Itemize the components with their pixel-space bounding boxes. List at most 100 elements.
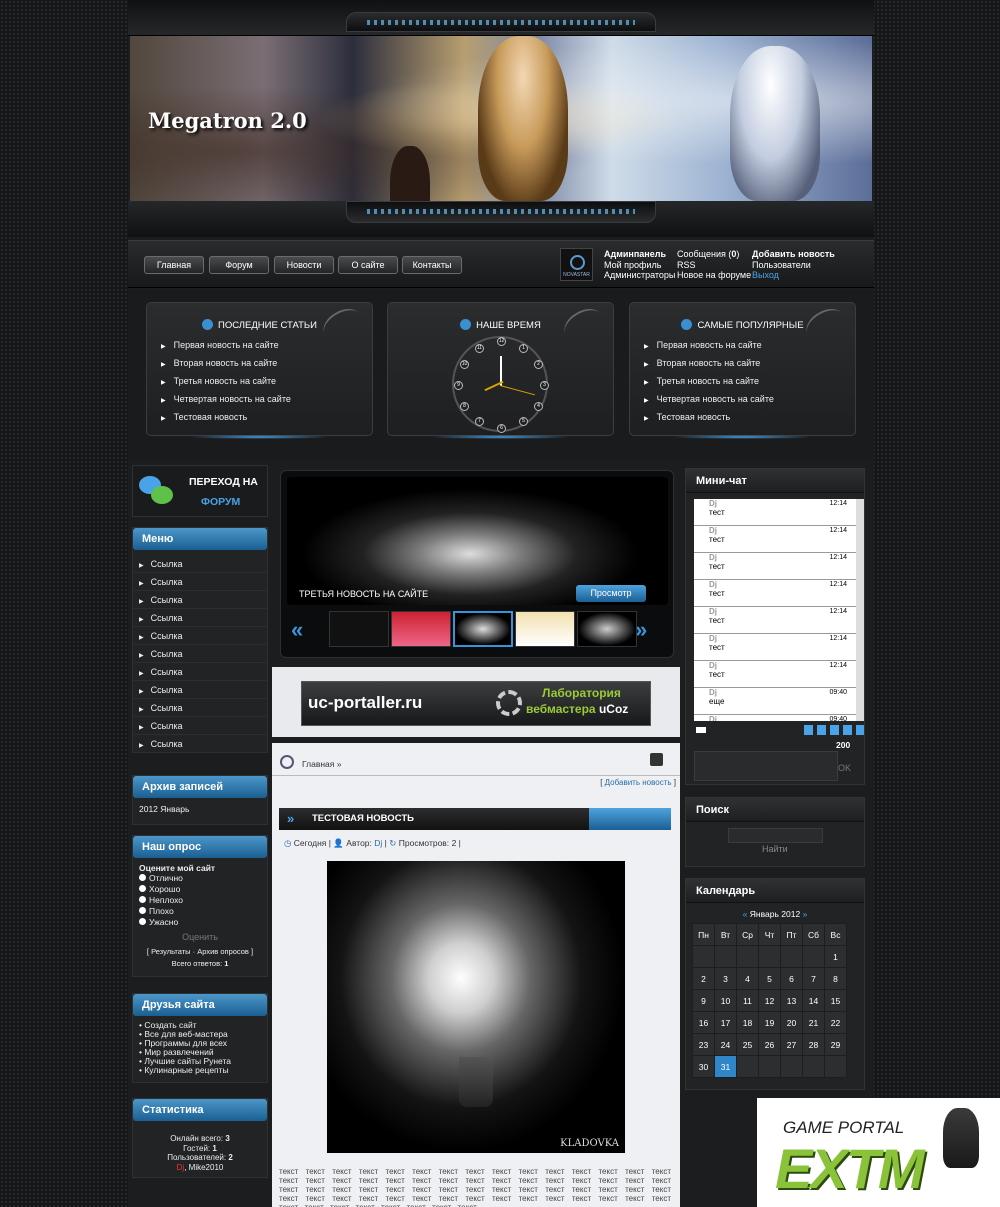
calendar-day[interactable]: 3 [714,967,737,990]
calendar-day[interactable]: 11 [736,989,759,1012]
menu-item[interactable]: Ссылка [133,663,267,681]
popular-item[interactable]: Третья новость на сайте [644,376,774,394]
calendar-next[interactable]: » [803,909,808,919]
archive-item[interactable]: 2012 Январь [133,798,267,820]
slide-thumb[interactable] [453,611,513,647]
calendar-day[interactable]: 17 [714,1011,737,1034]
calendar-day[interactable]: 24 [714,1033,737,1056]
calendar-day[interactable]: 30 [692,1055,715,1078]
rating-stars[interactable] [589,808,671,830]
news-title[interactable]: ТЕСТОВАЯ НОВОСТЬ [312,813,414,824]
rss-icon[interactable] [650,753,663,766]
admin-panel-link[interactable]: Админпанель [604,249,675,260]
view-button[interactable]: Просмотр [576,585,646,602]
poll-archive-link[interactable]: Архив опросов [197,947,249,956]
calendar-day[interactable]: 8 [824,967,847,990]
rss-link[interactable]: RSS [677,260,751,271]
calendar-day[interactable]: 13 [780,989,803,1012]
add-news-link[interactable]: Добавить новость [752,249,835,260]
menu-item[interactable]: Ссылка [133,573,267,591]
calendar-day[interactable]: 23 [692,1033,715,1056]
calendar-day[interactable]: 27 [780,1033,803,1056]
popular-item[interactable]: Тестовая новость [644,412,774,430]
calendar-day[interactable]: 12 [758,989,781,1012]
calendar-day[interactable]: 22 [824,1011,847,1034]
calendar-day[interactable]: 5 [758,967,781,990]
calendar-day[interactable]: 2 [692,967,715,990]
menu-item[interactable]: Ссылка [133,681,267,699]
chat-scrollbar[interactable] [856,499,864,721]
search-input[interactable] [728,828,823,843]
breadcrumb[interactable]: Главная » [302,759,341,769]
menu-item[interactable]: Ссылка [133,645,267,663]
messages-link[interactable]: Сообщения (0) [677,249,751,260]
calendar-day[interactable]: 9 [692,989,715,1012]
vote-button[interactable]: Оценить [133,932,267,942]
poll-option[interactable]: Отлично [139,873,267,884]
chat-user[interactable]: Dj [709,580,717,589]
menu-item[interactable]: Ссылка [133,627,267,645]
friend-link[interactable]: • Кулинарные рецепты [139,1066,267,1075]
chat-send-button[interactable]: OK [838,763,851,773]
chat-tools-icon[interactable] [804,725,864,735]
calendar-day[interactable]: 25 [736,1033,759,1056]
slide-thumb[interactable] [329,611,389,647]
calendar-day[interactable]: 19 [758,1011,781,1034]
calendar-day[interactable]: 26 [758,1033,781,1056]
chat-user[interactable]: Dj [709,661,717,670]
poll-option[interactable]: Неплохо [139,895,267,906]
menu-item[interactable]: Ссылка [133,555,267,573]
calendar-day[interactable]: 29 [824,1033,847,1056]
latest-item[interactable]: Четвертая новость на сайте [161,394,291,412]
chat-user[interactable]: Dj [709,526,717,535]
calendar-day[interactable]: 10 [714,989,737,1012]
poll-results-link[interactable]: Результаты [151,947,191,956]
chat-user[interactable]: Dj [709,499,717,508]
latest-item[interactable]: Третья новость на сайте [161,376,291,394]
nav-contacts[interactable]: Контакты [402,256,462,274]
calendar-day[interactable]: 1 [824,945,847,968]
chat-user[interactable]: Dj [709,688,717,697]
my-profile-link[interactable]: Мой профиль [604,260,675,271]
poll-option[interactable]: Хорошо [139,884,267,895]
calendar-day[interactable]: 14 [802,989,825,1012]
nav-news[interactable]: Новости [274,256,334,274]
calendar-day[interactable]: 4 [736,967,759,990]
chat-user[interactable]: Dj [709,634,717,643]
author-link[interactable]: Dj [374,838,382,848]
calendar-day[interactable]: 16 [692,1011,715,1034]
calendar-day[interactable]: 21 [802,1011,825,1034]
search-button[interactable]: Найти [762,844,788,854]
chat-input[interactable] [694,751,838,781]
logout-link[interactable]: Выход [752,270,835,281]
ad-banner[interactable]: uc-portaller.ru Лаборатория вебмастера u… [301,681,651,726]
forum-link-block[interactable]: ПЕРЕХОД НА ФОРУМ [132,465,268,517]
calendar-day[interactable]: 6 [780,967,803,990]
popular-item[interactable]: Вторая новость на сайте [644,358,774,376]
calendar-day[interactable]: 7 [802,967,825,990]
nav-home[interactable]: Главная [144,256,204,274]
calendar-day[interactable]: 28 [802,1033,825,1056]
users-link[interactable]: Пользователи [752,260,835,271]
forum-new-link[interactable]: Новое на форуме [677,270,751,281]
slider-prev-icon[interactable]: « [291,617,303,643]
menu-item[interactable]: Ссылка [133,699,267,717]
calendar-day[interactable]: 15 [824,989,847,1012]
latest-item[interactable]: Первая новость на сайте [161,340,291,358]
calendar-day[interactable]: 31 [714,1055,737,1078]
popular-item[interactable]: Четвертая новость на сайте [644,394,774,412]
poll-option[interactable]: Плохо [139,906,267,917]
nav-about[interactable]: О сайте [338,256,398,274]
chat-user[interactable]: Dj [709,553,717,562]
chat-dropdown-icon[interactable] [696,727,706,733]
nav-forum[interactable]: Форум [209,256,269,274]
calendar-day[interactable]: 18 [736,1011,759,1034]
slide-thumb[interactable] [391,611,451,647]
chat-user[interactable]: Dj [709,715,717,721]
add-news-button[interactable]: Добавить новость [605,778,672,787]
menu-item[interactable]: Ссылка [133,591,267,609]
menu-item[interactable]: Ссылка [133,717,267,735]
chat-user[interactable]: Dj [709,607,717,616]
slide-thumb[interactable] [577,611,637,647]
menu-item[interactable]: Ссылка [133,609,267,627]
